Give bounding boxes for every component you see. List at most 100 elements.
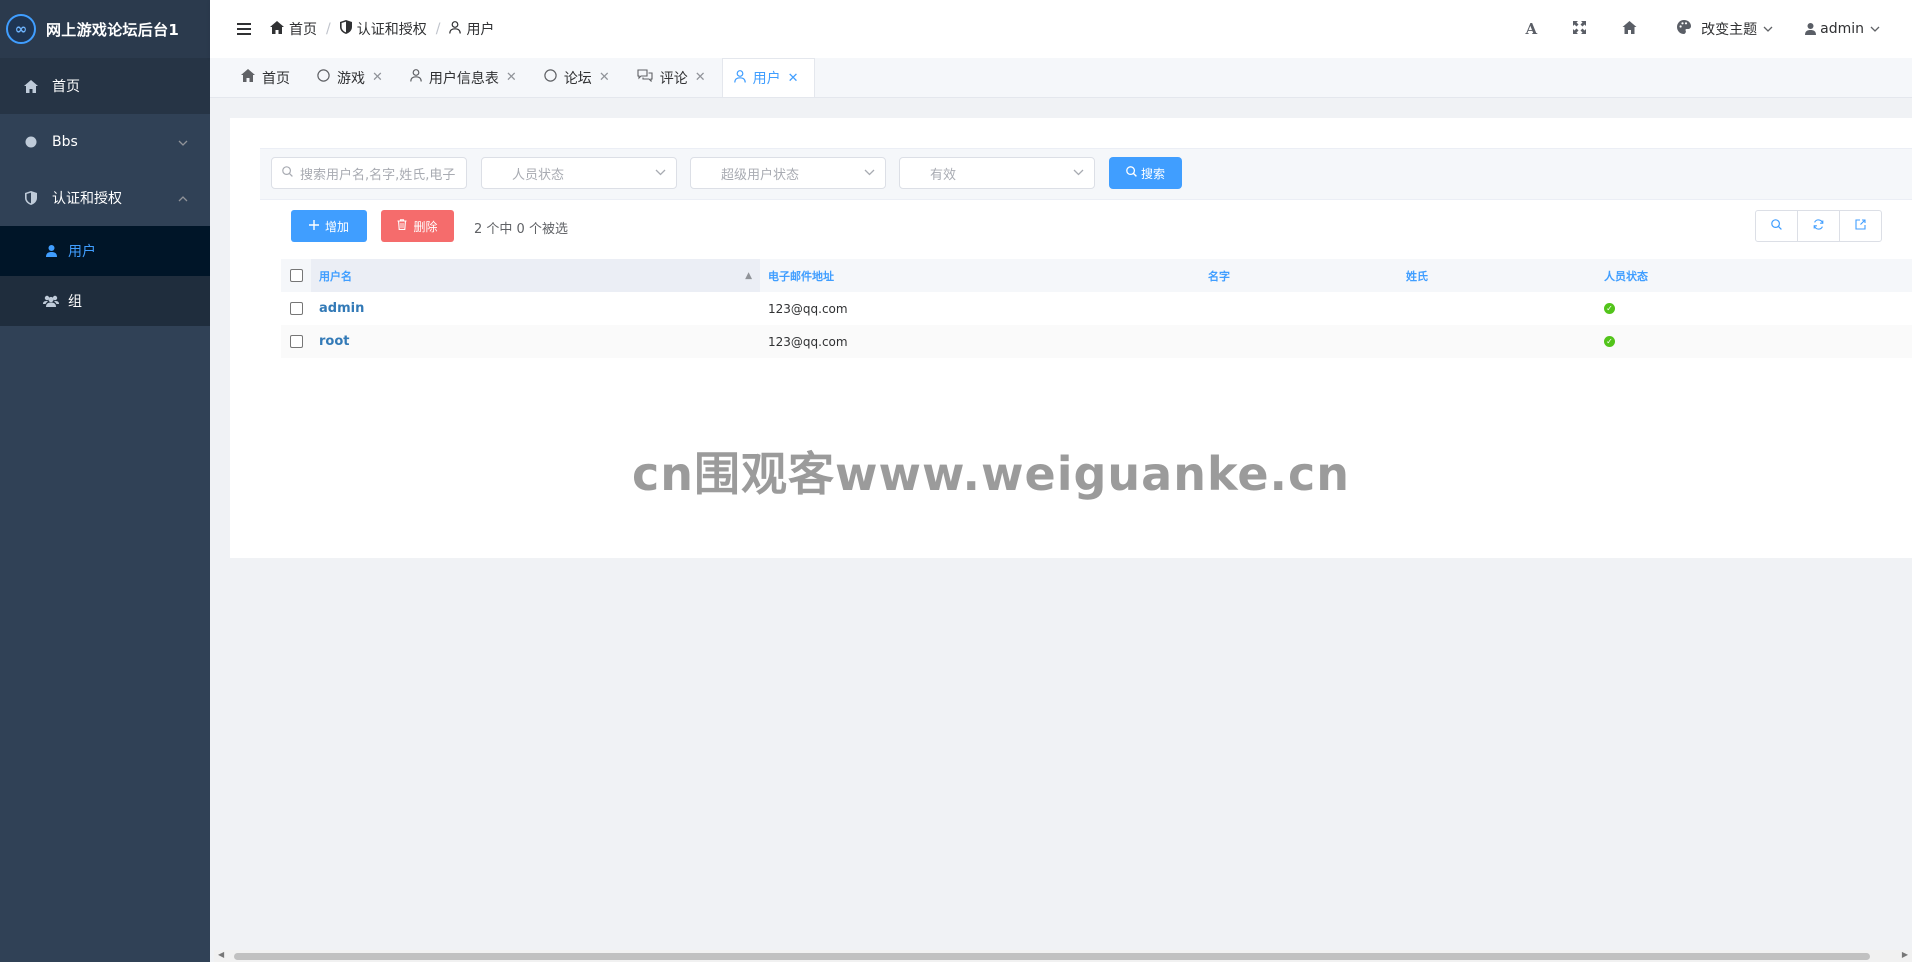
staff-status-cell: ✓ (1596, 325, 1896, 358)
column-username[interactable]: 用户名 ▲ (311, 259, 760, 292)
comments-icon (637, 69, 653, 86)
tags-view: 首页 游戏 ✕ 用户信息表 ✕ 论坛 ✕ 评论 ✕ 用户 ✕ (210, 58, 1912, 98)
active-select[interactable]: 有效 (899, 157, 1095, 189)
breadcrumb: 首页 / 认证和授权 / 用户 (270, 19, 494, 39)
table-header: 用户名 ▲ 电子邮件地址 名字 姓氏 人员状态 (281, 259, 1912, 292)
username-link[interactable]: admin (319, 301, 364, 316)
username-link[interactable]: root (319, 334, 350, 349)
font-size-button[interactable]: A (1507, 0, 1555, 58)
breadcrumb-home[interactable]: 首页 (270, 19, 317, 39)
theme-label: 改变主题 (1701, 22, 1758, 38)
staff-status-select[interactable]: 人员状态 (481, 157, 677, 189)
refresh-icon (1813, 219, 1824, 233)
chevron-down-icon (864, 166, 875, 179)
fullscreen-button[interactable] (1555, 0, 1604, 58)
shield-icon (339, 20, 352, 38)
sidebar-item-label: 组 (68, 294, 82, 310)
tab-games[interactable]: 游戏 ✕ (306, 58, 399, 97)
user-dropdown[interactable]: admin (1805, 21, 1912, 37)
user-outline-icon (449, 20, 462, 38)
refresh-button[interactable] (1797, 210, 1840, 242)
first-name-cell (1200, 325, 1398, 358)
circle-icon (22, 136, 40, 148)
hamburger-menu-icon[interactable] (226, 11, 262, 47)
last-name-cell (1398, 292, 1596, 325)
horizontal-scrollbar[interactable]: ◀ ▶ (214, 950, 1912, 962)
select-all-cell (281, 259, 311, 292)
close-icon[interactable]: ✕ (695, 70, 706, 85)
column-staff-status[interactable]: 人员状态 (1596, 259, 1896, 292)
column-first-name[interactable]: 名字 (1200, 259, 1398, 292)
breadcrumb-separator: / (435, 21, 441, 37)
close-icon[interactable]: ✕ (506, 70, 517, 85)
check-circle-icon: ✓ (1604, 303, 1615, 314)
tab-users[interactable]: 用户 ✕ (721, 58, 815, 97)
user-outline-icon (410, 69, 422, 86)
sidebar-item-bbs[interactable]: Bbs (0, 114, 210, 170)
scroll-left-icon[interactable]: ◀ (218, 950, 224, 959)
search-button[interactable]: 搜索 (1109, 157, 1182, 189)
select-all-checkbox[interactable] (289, 269, 303, 282)
superuser-status-select[interactable]: 超级用户状态 (690, 157, 886, 189)
column-last-name[interactable]: 姓氏 (1398, 259, 1596, 292)
chevron-down-icon (1073, 166, 1084, 179)
row-select-cell (281, 292, 311, 325)
chevron-down-icon (655, 166, 666, 179)
export-icon (1855, 219, 1866, 233)
column-email[interactable]: 电子邮件地址 (760, 259, 1200, 292)
sidebar-item-groups[interactable]: 组 (0, 276, 210, 326)
first-name-cell (1200, 292, 1398, 325)
tab-user-info[interactable]: 用户信息表 ✕ (399, 58, 533, 97)
home-icon (1622, 20, 1637, 38)
close-icon[interactable]: ✕ (788, 71, 799, 86)
search-icon (282, 166, 293, 180)
row-checkbox[interactable] (289, 335, 303, 348)
scrollbar-thumb[interactable] (234, 953, 1870, 960)
circle-outline-icon (317, 69, 330, 86)
sidebar-item-home[interactable]: 首页 (0, 58, 210, 114)
tab-home[interactable]: 首页 (230, 58, 306, 97)
top-navbar: 首页 / 认证和授权 / 用户 A 改变主题 admin (210, 0, 1912, 58)
infinity-logo-icon: ∞ (6, 14, 36, 44)
home-icon (241, 69, 255, 86)
breadcrumb-separator: / (326, 21, 331, 37)
table-row: root 123@qq.com ✓ (281, 325, 1912, 358)
palette-icon (1677, 20, 1692, 38)
scroll-right-icon[interactable]: ▶ (1902, 950, 1908, 959)
close-icon[interactable]: ✕ (599, 70, 610, 85)
sidebar-item-label: 认证和授权 (52, 191, 122, 207)
breadcrumb-users: 用户 (449, 19, 494, 39)
shield-icon (22, 191, 40, 205)
theme-dropdown[interactable]: 改变主题 (1655, 19, 1805, 39)
tab-comments[interactable]: 评论 ✕ (626, 58, 722, 97)
email-cell: 123@qq.com (768, 301, 848, 316)
sort-asc-icon: ▲ (745, 270, 752, 281)
user-icon (42, 245, 60, 257)
breadcrumb-auth[interactable]: 认证和授权 (339, 19, 427, 39)
row-select-cell (281, 325, 311, 358)
selection-count: 2 个中 0 个被选 (474, 222, 568, 237)
chevron-down-icon (178, 136, 188, 149)
sidebar-logo[interactable]: ∞ 网上游戏论坛后台1 (0, 0, 210, 58)
add-button[interactable]: 增加 (291, 210, 367, 242)
export-button[interactable] (1839, 210, 1882, 242)
tab-forum[interactable]: 论坛 ✕ (533, 58, 626, 97)
row-checkbox[interactable] (289, 302, 303, 315)
username-cell: root (311, 325, 760, 358)
last-name-cell (1398, 325, 1596, 358)
sidebar-item-label: Bbs (52, 134, 78, 150)
search-input[interactable]: 搜索用户名,名字,姓氏,电子 (271, 157, 467, 189)
close-icon[interactable]: ✕ (372, 70, 383, 85)
users-icon (42, 295, 60, 307)
sidebar-item-label: 首页 (52, 79, 80, 95)
search-icon (1126, 166, 1137, 180)
sidebar-item-users[interactable]: 用户 (0, 226, 210, 276)
navbar-right: A 改变主题 admin (1507, 0, 1912, 58)
watermark: cn围观客www.weiguanke.cn (632, 447, 1351, 501)
toggle-search-button[interactable] (1755, 210, 1798, 242)
sidebar-item-auth[interactable]: 认证和授权 (0, 170, 210, 226)
user-icon (1805, 23, 1817, 35)
delete-button[interactable]: 删除 (381, 210, 454, 242)
home-button[interactable] (1604, 0, 1655, 58)
check-circle-icon: ✓ (1604, 336, 1615, 347)
